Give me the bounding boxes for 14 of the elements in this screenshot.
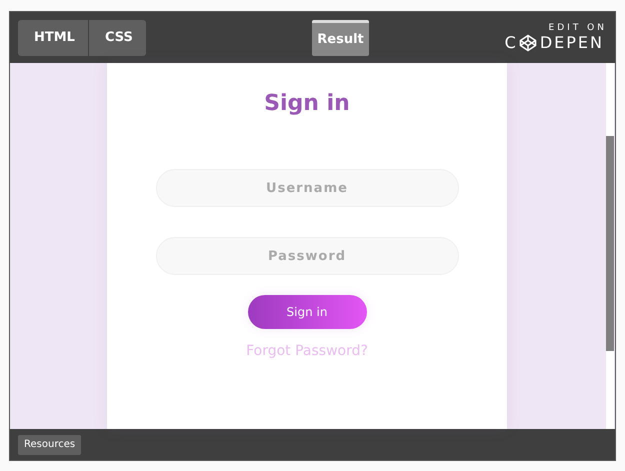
logo-text: DEPEN xyxy=(540,33,604,52)
logo-text: C xyxy=(504,33,518,52)
form-title: Sign in xyxy=(264,91,350,118)
result-tab[interactable]: Result xyxy=(312,20,369,56)
editor-tab[interactable]: HTML xyxy=(18,20,88,56)
sign-in-button[interactable]: Sign in xyxy=(248,295,366,329)
cube-logo-icon xyxy=(518,34,537,52)
scrollbar-thumb[interactable] xyxy=(606,136,614,351)
input-field[interactable]: Password xyxy=(156,237,458,275)
edit-on-caption: EDIT ON xyxy=(548,23,607,33)
resources-button[interactable]: Resources xyxy=(18,434,82,454)
input-field[interactable]: Username xyxy=(156,169,458,207)
editor-tab[interactable]: CSS xyxy=(89,20,146,56)
scrollbar[interactable] xyxy=(606,63,614,429)
